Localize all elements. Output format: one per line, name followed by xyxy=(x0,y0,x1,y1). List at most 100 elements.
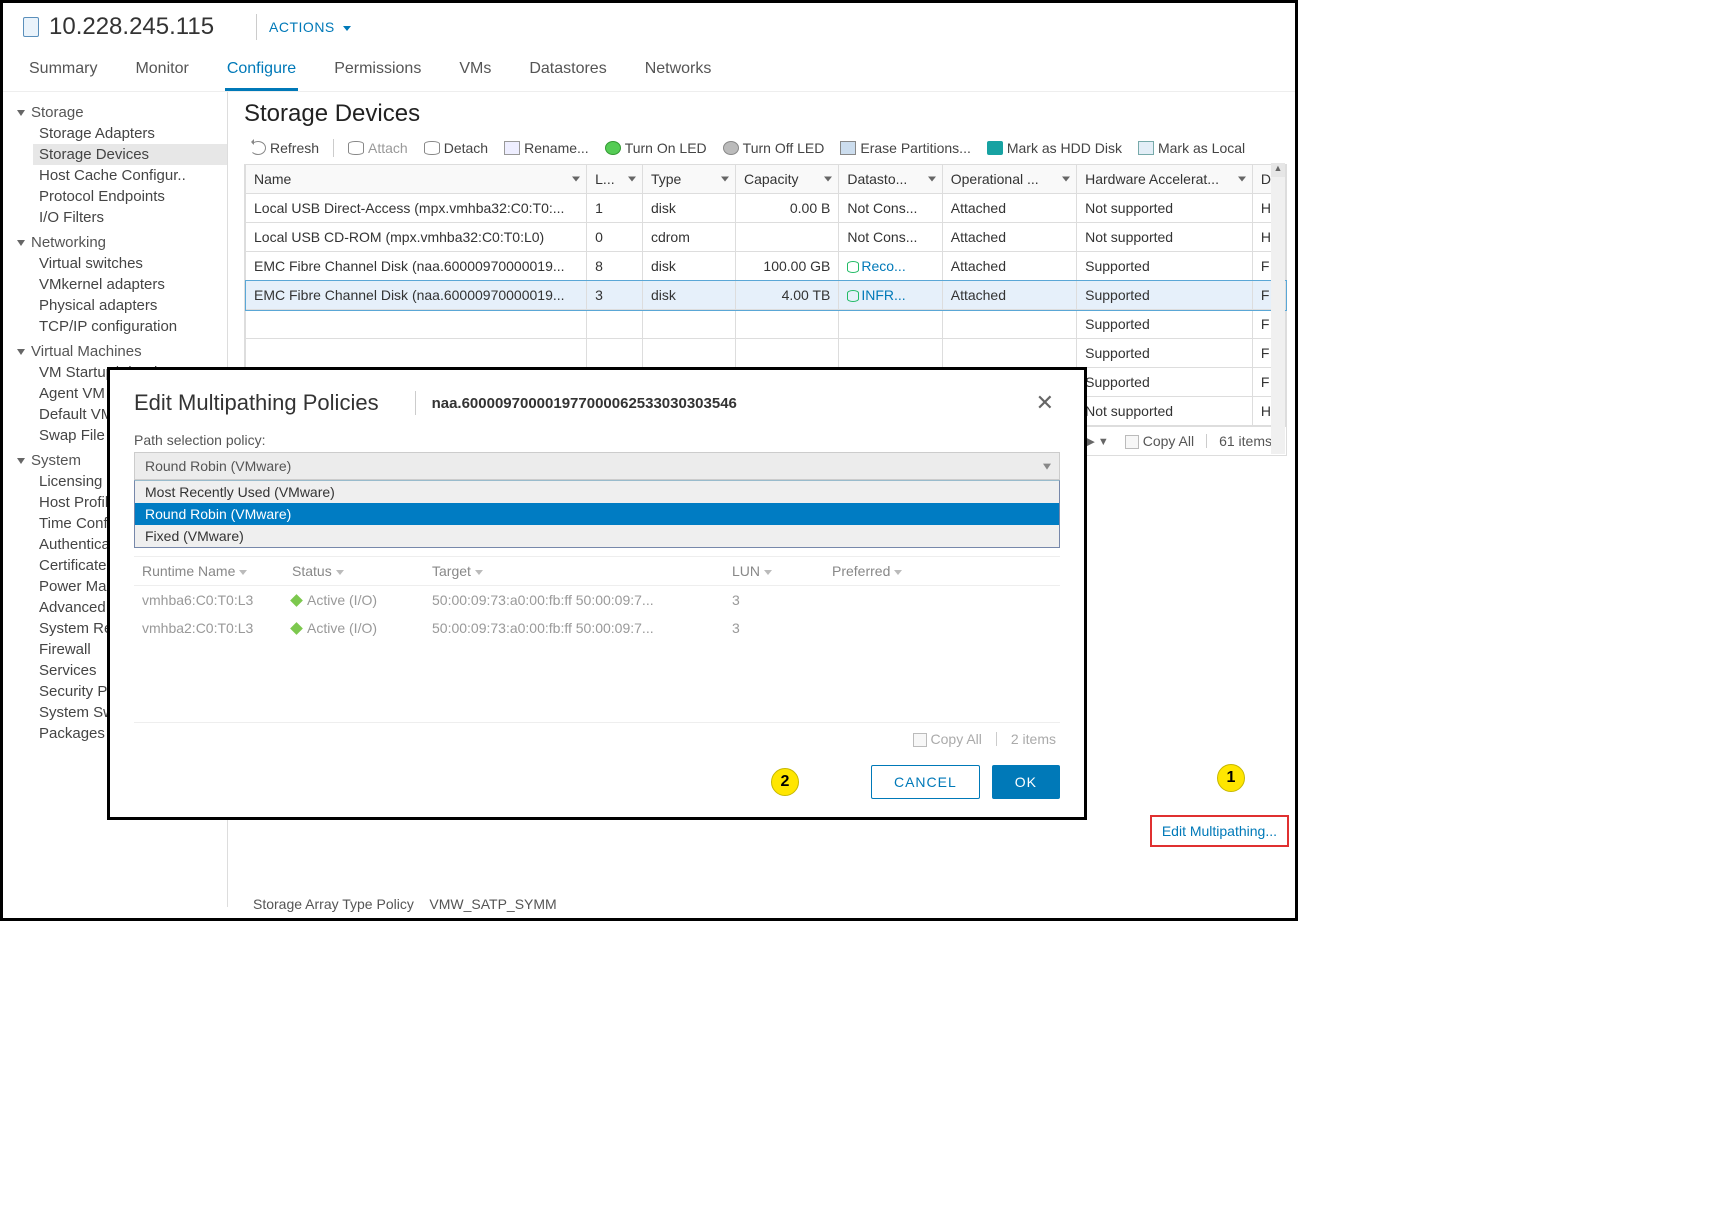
rename-icon xyxy=(504,141,520,155)
tab-configure[interactable]: Configure xyxy=(225,54,298,91)
path-policy-select[interactable]: Round Robin (VMware) Most Recently Used … xyxy=(134,452,1060,548)
path-policy-dropdown: Most Recently Used (VMware)Round Robin (… xyxy=(134,480,1060,548)
chevron-down-icon xyxy=(17,110,25,116)
column-header[interactable]: Name xyxy=(246,165,587,194)
chevron-down-icon xyxy=(17,240,25,246)
tree-item[interactable]: Protocol Endpoints xyxy=(33,186,227,207)
column-header[interactable]: Type xyxy=(642,165,735,194)
tree-group-virtual-machines[interactable]: Virtual Machines xyxy=(13,341,227,362)
table-row[interactable]: SupportedF xyxy=(246,339,1286,368)
copy-icon xyxy=(1125,435,1139,449)
tree-item[interactable]: TCP/IP configuration xyxy=(33,316,227,337)
table-row[interactable]: Local USB Direct-Access (mpx.vmhba32:C0:… xyxy=(246,194,1286,223)
column-header[interactable]: L... xyxy=(587,165,643,194)
annotation-badge-1: 1 xyxy=(1217,764,1245,792)
table-row[interactable]: EMC Fibre Channel Disk (naa.600009700000… xyxy=(246,281,1286,310)
copy-icon xyxy=(913,733,927,747)
modal-device-id: naa.600009700001977000062533030303546 xyxy=(432,395,737,412)
tree-item[interactable]: Physical adapters xyxy=(33,295,227,316)
mark-local-button[interactable]: Mark as Local xyxy=(1132,138,1251,158)
led-on-icon xyxy=(605,141,621,155)
paths-column-header[interactable]: Runtime Name xyxy=(134,557,284,585)
column-header[interactable]: Datasto... xyxy=(839,165,942,194)
erase-partitions-button[interactable]: Erase Partitions... xyxy=(834,138,977,158)
turn-on-led-button[interactable]: Turn On LED xyxy=(599,138,713,158)
annotation-badge-2: 2 xyxy=(771,768,799,796)
paths-row[interactable]: vmhba2:C0:T0:L3Active (I/O)50:00:09:73:a… xyxy=(134,614,1060,642)
tree-group-networking[interactable]: Networking xyxy=(13,232,227,253)
paths-column-header[interactable]: Preferred xyxy=(824,557,1060,585)
edit-multipathing-modal: Edit Multipathing Policies naa.600009700… xyxy=(107,367,1087,820)
tree-item[interactable]: VMkernel adapters xyxy=(33,274,227,295)
turn-off-led-button[interactable]: Turn Off LED xyxy=(717,138,831,158)
tree-item[interactable]: Storage Adapters xyxy=(33,123,227,144)
select-option[interactable]: Round Robin (VMware) xyxy=(135,503,1059,525)
table-row[interactable]: EMC Fibre Channel Disk (naa.600009700000… xyxy=(246,252,1286,281)
tab-networks[interactable]: Networks xyxy=(643,54,714,91)
tree-item[interactable]: Storage Devices xyxy=(33,144,227,165)
rename-button[interactable]: Rename... xyxy=(498,138,595,158)
paths-table-header: Runtime NameStatusTargetLUNPreferred xyxy=(134,556,1060,586)
sort-icon xyxy=(475,570,483,575)
refresh-button[interactable]: Refresh xyxy=(244,138,325,158)
path-policy-label: Path selection policy: xyxy=(134,432,1060,448)
tab-datastores[interactable]: Datastores xyxy=(527,54,608,91)
detach-button[interactable]: Detach xyxy=(418,138,494,158)
sort-icon xyxy=(764,570,772,575)
hdd-icon xyxy=(987,141,1003,155)
datastore-icon xyxy=(847,261,859,273)
active-status-icon xyxy=(290,622,303,635)
mark-hdd-button[interactable]: Mark as HDD Disk xyxy=(981,138,1128,158)
paths-column-header[interactable]: Status xyxy=(284,557,424,585)
paths-row[interactable]: vmhba6:C0:T0:L3Active (I/O)50:00:09:73:a… xyxy=(134,586,1060,614)
host-icon xyxy=(23,17,39,37)
sort-icon xyxy=(239,570,247,575)
primary-tabs: Summary Monitor Configure Permissions VMs Dat… xyxy=(3,46,1295,92)
led-off-icon xyxy=(723,141,739,155)
select-option[interactable]: Most Recently Used (VMware) xyxy=(135,481,1059,503)
paths-column-header[interactable]: Target xyxy=(424,557,724,585)
attach-button[interactable]: Attach xyxy=(342,138,414,158)
table-row[interactable]: SupportedF xyxy=(246,310,1286,339)
edit-multipathing-link[interactable]: Edit Multipathing... xyxy=(1162,823,1277,839)
paths-column-header[interactable]: LUN xyxy=(724,557,824,585)
sort-icon xyxy=(1062,177,1070,182)
tab-permissions[interactable]: Permissions xyxy=(332,54,423,91)
cancel-button[interactable]: CANCEL xyxy=(871,765,980,799)
storage-array-policy-row: Storage Array Type Policy VMW_SATP_SYMM xyxy=(253,896,557,912)
devices-toolbar: Refresh Attach Detach Rename... Turn On … xyxy=(244,138,1287,158)
select-option[interactable]: Fixed (VMware) xyxy=(135,525,1059,547)
path-policy-current[interactable]: Round Robin (VMware) xyxy=(134,452,1060,480)
detach-icon xyxy=(424,141,440,155)
sort-icon xyxy=(1238,177,1246,182)
paths-table-body: vmhba6:C0:T0:L3Active (I/O)50:00:09:73:a… xyxy=(134,586,1060,642)
column-header[interactable]: Operational ... xyxy=(942,165,1076,194)
scroll-up-icon[interactable]: ▲ xyxy=(1271,163,1285,177)
item-count: 61 items xyxy=(1219,433,1272,449)
actions-dropdown[interactable]: ACTIONS xyxy=(269,19,351,35)
table-scrollbar[interactable]: ▲ xyxy=(1271,163,1285,454)
actions-label: ACTIONS xyxy=(269,19,335,35)
datastore-icon xyxy=(847,290,859,302)
table-row[interactable]: Local USB CD-ROM (mpx.vmhba32:C0:T0:L0)0… xyxy=(246,223,1286,252)
sort-icon xyxy=(628,177,636,182)
column-header[interactable]: Hardware Accelerat... xyxy=(1077,165,1253,194)
copy-all-button[interactable]: Copy All xyxy=(1125,433,1194,449)
tree-item[interactable]: Host Cache Configur.. xyxy=(33,165,227,186)
chevron-down-icon xyxy=(343,26,351,31)
tab-monitor[interactable]: Monitor xyxy=(133,54,190,91)
sort-icon xyxy=(928,177,936,182)
ok-button[interactable]: OK xyxy=(992,765,1060,799)
tree-item[interactable]: Virtual switches xyxy=(33,253,227,274)
close-icon[interactable]: ✕ xyxy=(1030,388,1060,418)
tab-vms[interactable]: VMs xyxy=(457,54,493,91)
sort-icon xyxy=(572,177,580,182)
modal-copy-all-button[interactable]: Copy All xyxy=(913,731,982,747)
modal-title: Edit Multipathing Policies xyxy=(134,390,379,416)
tab-summary[interactable]: Summary xyxy=(27,54,99,91)
column-header[interactable]: Capacity xyxy=(735,165,838,194)
erase-icon xyxy=(840,141,856,155)
tree-item[interactable]: I/O Filters xyxy=(33,207,227,228)
tree-group-storage[interactable]: Storage xyxy=(13,102,227,123)
horizontal-scroll-arrows[interactable]: ▶ ▼ xyxy=(1086,435,1112,448)
